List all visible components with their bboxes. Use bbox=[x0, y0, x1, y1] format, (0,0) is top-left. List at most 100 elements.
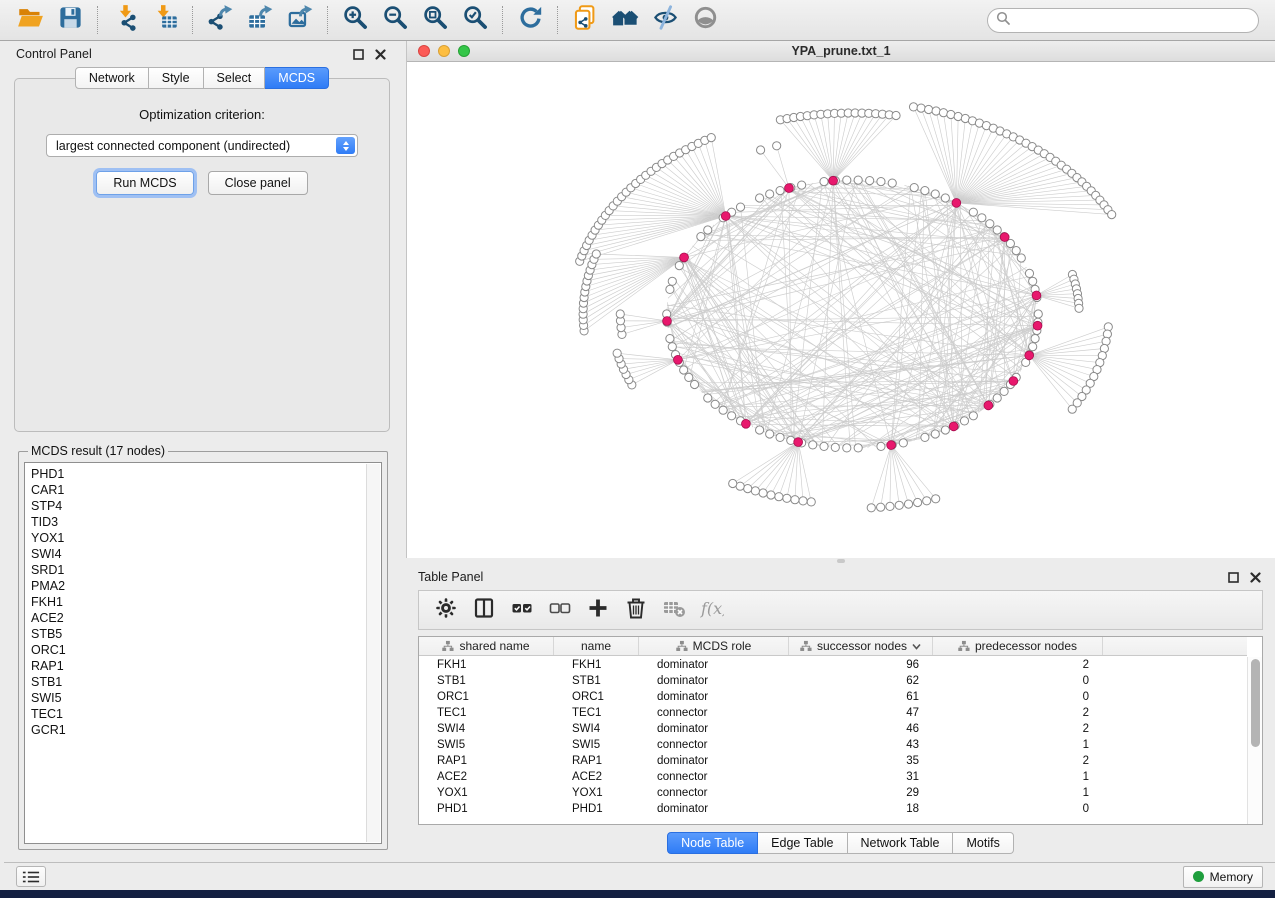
create-column-button[interactable] bbox=[579, 594, 617, 626]
result-list-scrollbar[interactable] bbox=[366, 464, 380, 842]
list-item[interactable]: ORC1 bbox=[31, 642, 366, 658]
cell-shared-name: SWI4 bbox=[419, 721, 554, 737]
network-canvas[interactable] bbox=[407, 62, 1275, 558]
list-item[interactable]: SRD1 bbox=[31, 562, 366, 578]
list-item[interactable]: TEC1 bbox=[31, 706, 366, 722]
toolbar-separator bbox=[327, 6, 328, 34]
table-row[interactable]: YOX1YOX1connector291 bbox=[419, 785, 1247, 801]
column-header-name[interactable]: name bbox=[554, 637, 639, 655]
table-row[interactable]: SWI4SWI4dominator462 bbox=[419, 721, 1247, 737]
open-file-button[interactable] bbox=[10, 3, 50, 37]
table-scrollbar[interactable] bbox=[1247, 657, 1262, 824]
tab-mcds[interactable]: MCDS bbox=[265, 67, 329, 89]
folder-open-icon bbox=[17, 4, 44, 36]
list-item[interactable]: ACE2 bbox=[31, 610, 366, 626]
cell-name: PHD1 bbox=[554, 801, 639, 817]
list-item[interactable]: STB5 bbox=[31, 626, 366, 642]
tab-network-table[interactable]: Network Table bbox=[848, 832, 954, 854]
list-item[interactable]: YOX1 bbox=[31, 530, 366, 546]
show-column-panel-button[interactable] bbox=[465, 594, 503, 626]
import-table-button[interactable] bbox=[145, 3, 185, 37]
mcds-result-title: MCDS result (17 nodes) bbox=[28, 444, 168, 458]
import-network-button[interactable] bbox=[105, 3, 145, 37]
cell-MCDS-role: dominator bbox=[639, 657, 789, 673]
cell-name: TEC1 bbox=[554, 705, 639, 721]
tab-edge-table[interactable]: Edge Table bbox=[758, 832, 847, 854]
search-input[interactable] bbox=[1015, 13, 1250, 27]
table-row[interactable]: ORC1ORC1dominator610 bbox=[419, 689, 1247, 705]
cell-successor-nodes: 35 bbox=[789, 753, 933, 769]
list-item[interactable]: CAR1 bbox=[31, 482, 366, 498]
import-network-icon bbox=[112, 4, 139, 36]
optimization-criterion-select[interactable]: largest connected component (undirected) bbox=[46, 134, 358, 157]
cell-MCDS-role: dominator bbox=[639, 673, 789, 689]
cell-shared-name: FKH1 bbox=[419, 657, 554, 673]
list-item[interactable]: GCR1 bbox=[31, 722, 366, 738]
run-mcds-button[interactable]: Run MCDS bbox=[96, 171, 193, 195]
export-table-button[interactable] bbox=[240, 3, 280, 37]
delete-column-button[interactable] bbox=[617, 594, 655, 626]
float-table-panel-icon[interactable] bbox=[1225, 569, 1241, 585]
close-panel-button[interactable]: Close panel bbox=[208, 171, 308, 195]
zoom-out-button[interactable] bbox=[375, 3, 415, 37]
search-box[interactable] bbox=[987, 8, 1259, 33]
close-table-panel-icon[interactable] bbox=[1247, 569, 1263, 585]
list-item[interactable]: RAP1 bbox=[31, 658, 366, 674]
first-neighbors-button[interactable] bbox=[605, 3, 645, 37]
list-item[interactable]: SWI4 bbox=[31, 546, 366, 562]
export-image-button[interactable] bbox=[280, 3, 320, 37]
column-header-shared-name[interactable]: shared name bbox=[419, 637, 554, 655]
table-row[interactable]: FKH1FKH1dominator962 bbox=[419, 657, 1247, 673]
deselect-all-rows-button[interactable] bbox=[541, 594, 579, 626]
tab-select[interactable]: Select bbox=[204, 67, 266, 89]
memory-button[interactable]: Memory bbox=[1183, 866, 1263, 888]
table-row[interactable]: PHD1PHD1dominator180 bbox=[419, 801, 1247, 817]
list-item[interactable]: FKH1 bbox=[31, 594, 366, 610]
cell-shared-name: STB1 bbox=[419, 673, 554, 689]
tab-node-table[interactable]: Node Table bbox=[667, 832, 758, 854]
show-graphics-details-button[interactable] bbox=[685, 3, 725, 37]
export-network-button[interactable] bbox=[200, 3, 240, 37]
search-icon bbox=[996, 11, 1010, 30]
zoom-selected-button[interactable] bbox=[455, 3, 495, 37]
vertical-splitter[interactable] bbox=[400, 41, 406, 862]
list-item[interactable]: SWI5 bbox=[31, 690, 366, 706]
table-row[interactable]: TEC1TEC1connector472 bbox=[419, 705, 1247, 721]
refresh-button[interactable] bbox=[510, 3, 550, 37]
cell-successor-nodes: 29 bbox=[789, 785, 933, 801]
select-all-rows-button[interactable] bbox=[503, 594, 541, 626]
tab-style[interactable]: Style bbox=[149, 67, 204, 89]
mcds-result-groupbox: MCDS result (17 nodes) PHD1CAR1STP4TID3Y… bbox=[18, 444, 388, 850]
eye-icon bbox=[692, 4, 719, 36]
column-label: successor nodes bbox=[817, 639, 907, 653]
close-panel-icon[interactable] bbox=[372, 46, 388, 62]
table-row[interactable]: ACE2ACE2connector311 bbox=[419, 769, 1247, 785]
list-item[interactable]: STP4 bbox=[31, 498, 366, 514]
save-session-button[interactable] bbox=[50, 3, 90, 37]
uncheck-all-icon bbox=[548, 596, 572, 625]
column-header-predecessor-nodes[interactable]: predecessor nodes bbox=[933, 637, 1103, 655]
column-header-MCDS-role[interactable]: MCDS role bbox=[639, 637, 789, 655]
zoom-in-button[interactable] bbox=[335, 3, 375, 37]
new-network-from-selection-button[interactable] bbox=[565, 3, 605, 37]
task-history-button[interactable] bbox=[16, 866, 46, 887]
column-header-successor-nodes[interactable]: successor nodes bbox=[789, 637, 933, 655]
list-item[interactable]: PMA2 bbox=[31, 578, 366, 594]
scrollbar-thumb[interactable] bbox=[1251, 659, 1260, 747]
cell-MCDS-role: connector bbox=[639, 769, 789, 785]
cell-successor-nodes: 47 bbox=[789, 705, 933, 721]
horizontal-splitter[interactable] bbox=[406, 558, 1275, 564]
hide-graphics-details-button[interactable] bbox=[645, 3, 685, 37]
table-row[interactable]: RAP1RAP1dominator352 bbox=[419, 753, 1247, 769]
list-item[interactable]: STB1 bbox=[31, 674, 366, 690]
memory-label: Memory bbox=[1210, 870, 1253, 884]
zoom-fit-button[interactable] bbox=[415, 3, 455, 37]
table-row[interactable]: SWI5SWI5connector431 bbox=[419, 737, 1247, 753]
table-settings-button[interactable] bbox=[427, 594, 465, 626]
tab-motifs[interactable]: Motifs bbox=[953, 832, 1013, 854]
list-item[interactable]: PHD1 bbox=[31, 466, 366, 482]
tab-network[interactable]: Network bbox=[75, 67, 149, 89]
table-row[interactable]: STB1STB1dominator620 bbox=[419, 673, 1247, 689]
list-item[interactable]: TID3 bbox=[31, 514, 366, 530]
float-window-icon[interactable] bbox=[350, 46, 366, 62]
